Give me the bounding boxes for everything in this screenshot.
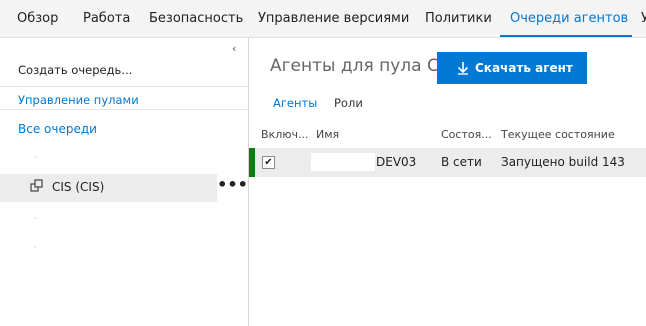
create-queue-link[interactable]: Создать очередь... [18, 63, 132, 77]
divider [0, 109, 248, 110]
agent-current-state: Запущено build 143 [501, 155, 625, 169]
tab-roles[interactable]: Роли [334, 96, 363, 110]
agents-panel: Агенты для пула CIS Скачать агент Агенты… [249, 38, 646, 326]
all-queues-link[interactable]: Все очереди [18, 122, 97, 136]
top-navigation: Обзор Работа Безопасность Управление вер… [0, 0, 646, 38]
column-header-current-state[interactable]: Текущее состояние [501, 128, 615, 141]
agent-name: DEV03 [376, 155, 417, 169]
queue-item-cis[interactable]: CIS (CIS) ••• [0, 174, 248, 202]
column-header-name[interactable]: Имя [316, 128, 339, 141]
agent-status: В сети [441, 155, 482, 169]
manage-pools-link[interactable]: Управление пулами [18, 93, 139, 107]
tab-agent-queues[interactable]: Очереди агентов [510, 0, 628, 37]
column-header-enabled[interactable]: Включ... [261, 128, 308, 141]
tab-agents[interactable]: Агенты [273, 96, 317, 110]
column-header-status[interactable]: Состоя... [441, 128, 492, 141]
queue-label: CIS (CIS) [52, 180, 105, 194]
tab-work[interactable]: Работа [83, 0, 130, 37]
more-options-button[interactable]: ••• [217, 174, 248, 202]
queue-item-redacted[interactable]: · [34, 243, 37, 252]
download-icon [457, 62, 469, 75]
page-title: Агенты для пула CIS [270, 56, 455, 76]
queue-item-redacted[interactable]: · [34, 153, 37, 162]
online-indicator [249, 148, 255, 177]
tab-version-control[interactable]: Управление версиями [258, 0, 409, 37]
tab-overview[interactable]: Обзор [17, 0, 58, 37]
queues-sidebar: ‹ Создать очередь... Управление пулами В… [0, 38, 248, 326]
enabled-checkbox[interactable]: ✔ [262, 156, 275, 169]
chevron-left-icon[interactable]: ‹ [232, 42, 236, 55]
redacted-name-prefix [311, 153, 375, 171]
download-agent-label: Скачать агент [475, 61, 573, 75]
queue-item-redacted[interactable]: · [34, 214, 37, 223]
tab-policies[interactable]: Политики [425, 0, 492, 37]
tab-overflow[interactable]: У [641, 0, 646, 37]
table-row[interactable]: ✔ DEV03 В сети Запущено build 143 [249, 148, 646, 177]
queue-icon [30, 179, 43, 192]
download-agent-button[interactable]: Скачать агент [437, 52, 587, 84]
divider [0, 86, 248, 87]
tab-security[interactable]: Безопасность [149, 0, 243, 37]
